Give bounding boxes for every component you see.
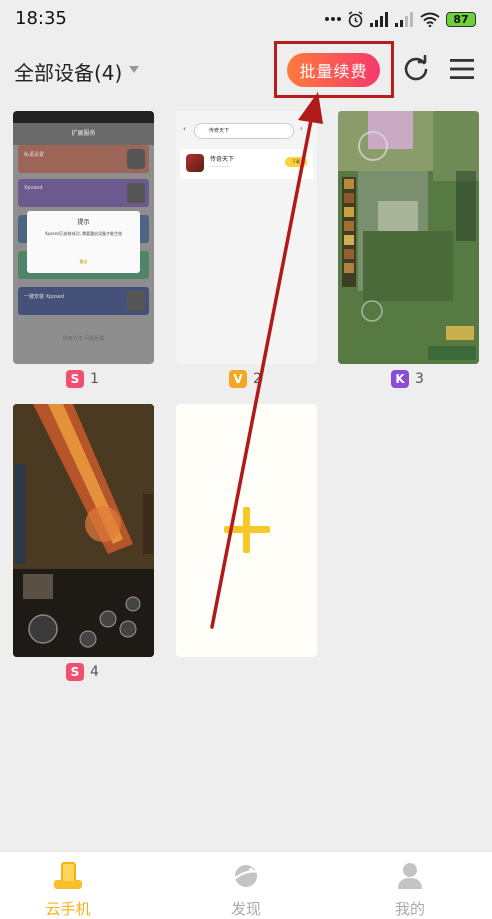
device-number: 3 [415,371,424,387]
device-thumbnail-4[interactable] [13,404,154,657]
nav-label: 发现 [230,900,261,918]
nav-label: 云手机 [45,900,91,918]
device-thumbnail-2[interactable]: ‹ 传奇天下 ⌕ 传奇天下 ————— 下载 [176,111,317,364]
app-download: 下载 [285,157,307,167]
user-icon [398,863,422,889]
signal-icon [370,11,388,27]
device-label-3: K 3 [391,370,424,388]
menu-icon[interactable] [449,57,475,81]
add-device-tile[interactable] [176,404,317,657]
wifi-icon [420,12,440,27]
device-thumbnail-1[interactable]: 扩展服务 私语设置 Xposed 一键安装 Xposed 提示 Xposed已安… [13,111,154,364]
bottom-nav: 云手机 发现 我的 [0,851,492,919]
device-number: 2 [253,371,262,387]
more-dots-icon [325,17,341,21]
device-group-title[interactable]: 全部设备(4) [14,57,122,86]
device-number: 4 [90,664,99,680]
planet-icon [232,865,260,887]
screen-row: Xposed [18,179,149,207]
screen-search-action: ⌕ [300,126,303,132]
nav-item-cloud-phone[interactable]: 云手机 [8,852,128,919]
nav-item-discover[interactable]: 发现 [186,852,306,919]
device-type-badge: K [391,370,409,388]
game-screen-image [338,111,479,364]
batch-renew-button[interactable]: 批量续费 [287,53,380,87]
header: 全部设备(4) 批量续费 [0,41,492,98]
device-type-badge: S [66,370,84,388]
screen-row: 一键安装 Xposed [18,287,149,315]
device-label-2: V 2 [229,370,262,388]
status-bar: 18:35 87 [0,0,492,38]
caret-down-icon[interactable] [129,66,139,73]
device-type-badge: S [66,663,84,681]
app-icon [186,154,204,172]
screen-app-card: 传奇天下 ————— 下载 [180,149,313,179]
screen-dialog: 提示 Xposed已安装成功, 需要重启设备才能生效 重启 [27,211,140,273]
cloud-phone-icon [54,862,82,889]
app-desc: ————— [210,164,230,169]
nav-item-profile[interactable]: 我的 [350,852,470,919]
battery-indicator: 87 [446,11,476,27]
device-number: 1 [90,371,99,387]
app-name: 传奇天下 [210,156,235,163]
screen-search-box: 传奇天下 [194,123,294,139]
status-icons: 87 [325,9,476,29]
device-label-4: S 4 [66,663,99,681]
nav-label: 我的 [394,900,425,918]
device-thumbnail-3[interactable] [338,111,479,364]
renew-highlight-box: 批量续费 [274,41,394,98]
screen-footer: 使用方法 问题反馈 [62,336,105,342]
screen-row: 私语设置 [18,145,149,173]
back-icon: ‹ [183,125,186,133]
alarm-icon [348,10,363,27]
status-time: 18:35 [15,8,67,29]
device-type-badge: V [229,370,247,388]
plus-icon-vertical [243,507,250,553]
device-label-1: S 1 [66,370,99,388]
game-screen-image [13,404,154,657]
signal-2-icon [395,11,413,27]
refresh-icon[interactable] [402,55,430,83]
device-status-bar [13,111,154,123]
device-screen-title: 扩展服务 [13,123,154,145]
